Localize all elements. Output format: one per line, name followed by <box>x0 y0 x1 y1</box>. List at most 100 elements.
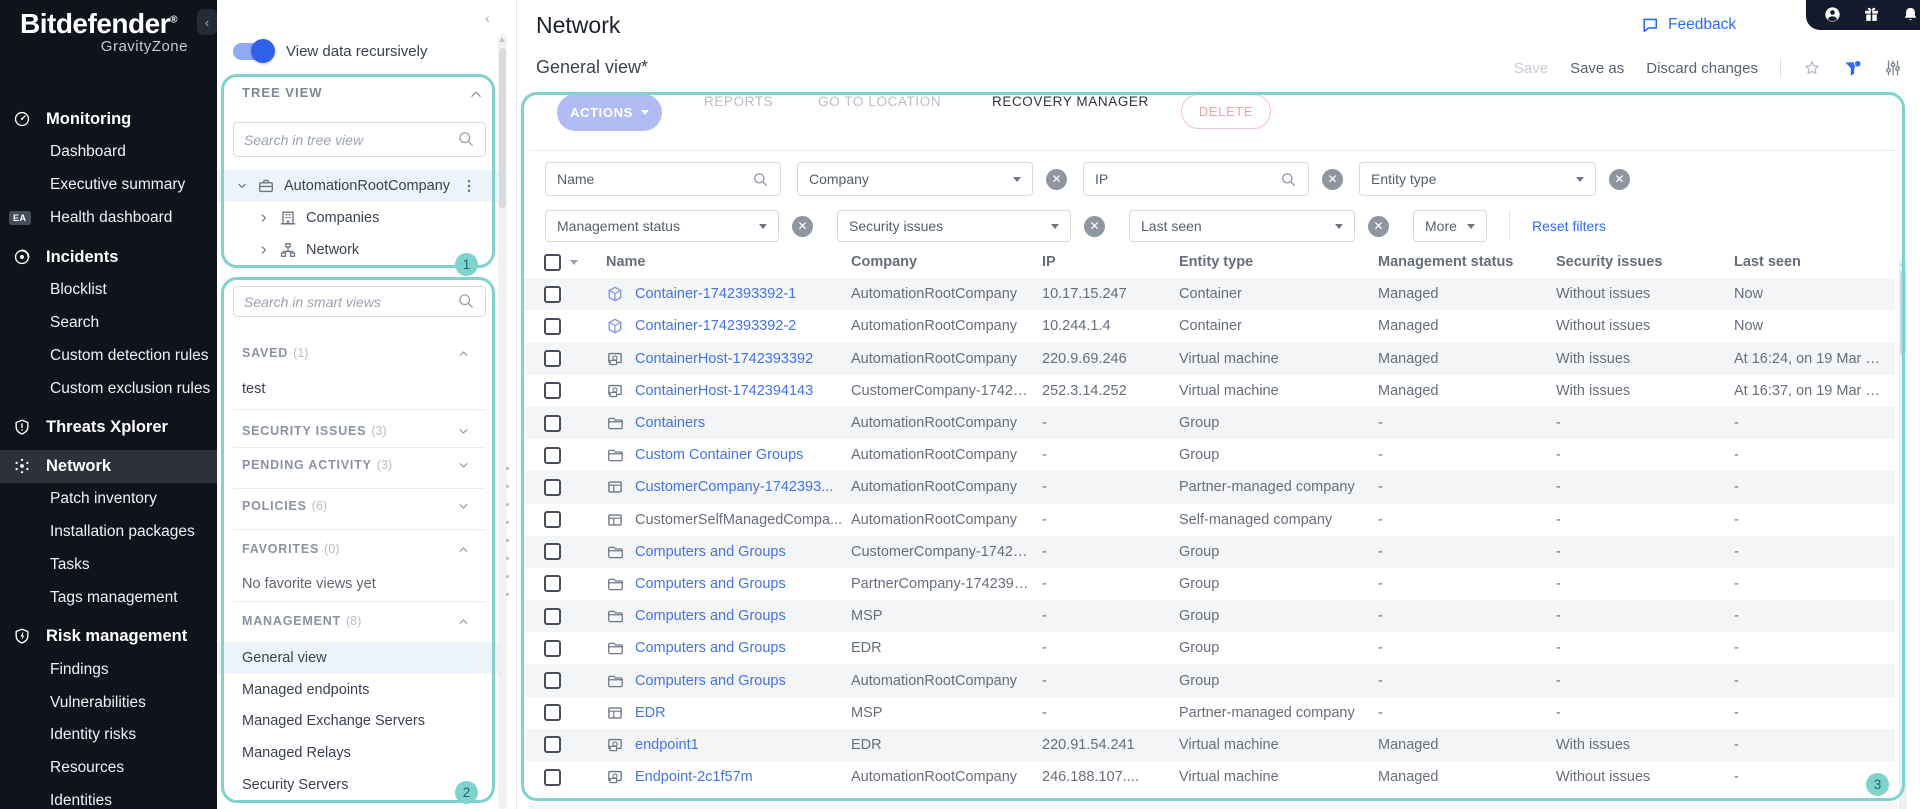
smart-section-favorites[interactable]: FAVORITES (0) <box>217 533 499 565</box>
row-checkbox[interactable] <box>544 317 561 335</box>
scroll-up-arrow[interactable] <box>499 37 505 42</box>
sidebar-item-custom-detection-rules[interactable]: Custom detection rules <box>0 339 217 372</box>
reset-filters-link[interactable]: Reset filters <box>1532 218 1606 234</box>
row-checkbox[interactable] <box>544 704 561 722</box>
entity-name-link[interactable]: ContainerHost-1742393392 <box>635 351 813 367</box>
table-row[interactable]: Containers AutomationRootCompany - Group - - - <box>523 406 1895 440</box>
smart-view-test[interactable]: test <box>217 373 499 405</box>
column-header-security-issues[interactable]: Security issues <box>1556 254 1734 270</box>
panel-resize-handle[interactable] <box>505 458 513 602</box>
tree-node-automationrootcompany[interactable]: AutomationRootCompany <box>217 170 499 202</box>
go-to-location-button[interactable]: GO TO LOCATION <box>818 94 941 109</box>
chevron-up-icon[interactable] <box>456 541 471 556</box>
sidebar-collapse-button[interactable]: ‹ <box>197 9 217 35</box>
sidebar-item-installation-packages[interactable]: Installation packages <box>0 516 217 549</box>
entity-name-link[interactable]: endpoint1 <box>635 737 699 753</box>
filter-last-seen[interactable]: Last seen <box>1129 210 1355 242</box>
row-checkbox[interactable] <box>544 414 561 432</box>
row-checkbox[interactable] <box>544 543 561 561</box>
table-row[interactable]: Computers and Groups CustomerCompany-1742… <box>523 535 1895 568</box>
table-row[interactable]: Computers and Groups AutomationRootCompan… <box>523 664 1895 697</box>
column-header-ip[interactable]: IP <box>1042 254 1179 270</box>
smart-views-search-input[interactable]: Search in smart views <box>233 286 486 317</box>
smart-section-management[interactable]: MANAGEMENT (8) <box>217 605 499 637</box>
filter-entity-type[interactable]: Entity type <box>1359 162 1596 196</box>
scroll-up-arrow[interactable] <box>1900 261 1906 266</box>
clear-filter-icon[interactable]: ✕ <box>1368 215 1389 237</box>
entity-name-link[interactable]: Computers and Groups <box>635 544 786 560</box>
chevron-down-icon[interactable] <box>235 177 249 195</box>
entity-name-link[interactable]: EDR <box>635 705 666 721</box>
table-row[interactable]: ContainerHost-1742393392 AutomationRootCo… <box>523 342 1895 375</box>
chevron-up-icon[interactable] <box>456 345 471 360</box>
row-checkbox[interactable] <box>544 511 561 529</box>
sidebar-item-resources[interactable]: Resources <box>0 752 217 785</box>
column-header-management-status[interactable]: Management status <box>1378 254 1556 270</box>
sidebar-item-identities[interactable]: Identities <box>0 785 217 809</box>
sidebar-item-tasks[interactable]: Tasks <box>0 549 217 582</box>
entity-name-link[interactable]: CustomerCompany-1742393... <box>635 479 833 495</box>
smart-section-pending-activity[interactable]: PENDING ACTIVITY (3) <box>217 449 499 481</box>
smart-section-saved[interactable]: SAVED (1) <box>217 337 499 369</box>
smart-view-no-favorite-views-yet[interactable]: No favorite views yet <box>217 568 499 600</box>
sidebar-item-blocklist[interactable]: Blocklist <box>0 273 217 306</box>
sidebar-item-dashboard[interactable]: Dashboard <box>0 136 217 169</box>
table-row[interactable]: Computers and Groups EDR - Group - - - <box>523 632 1895 664</box>
row-checkbox[interactable] <box>544 639 561 657</box>
entity-name-link[interactable]: Container-1742393392-2 <box>635 318 796 334</box>
panel-scrollbar[interactable] <box>498 34 507 809</box>
smart-view-general-view[interactable]: General view <box>217 642 499 674</box>
table-scrollbar[interactable] <box>1899 258 1907 809</box>
row-checkbox[interactable] <box>544 575 561 593</box>
favorite-star-icon[interactable] <box>1803 59 1821 77</box>
recursive-toggle[interactable] <box>233 39 275 63</box>
clear-filter-icon[interactable]: ✕ <box>1046 168 1067 190</box>
table-row[interactable]: Custom Container Groups AutomationRootCom… <box>523 439 1895 471</box>
chevron-down-icon[interactable] <box>456 423 471 438</box>
chevron-right-icon[interactable] <box>257 241 271 259</box>
row-checkbox[interactable] <box>544 478 561 496</box>
filter-ip[interactable]: IP <box>1083 162 1309 196</box>
filter-security-issues[interactable]: Security issues <box>837 210 1071 242</box>
row-checkbox[interactable] <box>544 350 561 368</box>
column-header-last-seen[interactable]: Last seen <box>1734 254 1895 270</box>
tree-search-input[interactable]: Search in tree view <box>233 122 486 157</box>
sidebar-item-incidents[interactable]: Incidents <box>0 241 217 274</box>
row-checkbox[interactable] <box>544 736 561 754</box>
sidebar-item-risk-management[interactable]: Risk management <box>0 620 217 653</box>
actions-button[interactable]: ACTIONS <box>557 94 662 131</box>
select-all-checkbox[interactable] <box>544 253 561 271</box>
table-row[interactable]: CustomerSelfManagedCompa... AutomationRoo… <box>523 504 1895 536</box>
table-row[interactable]: Container-1742393392-1 AutomationRootComp… <box>523 278 1895 311</box>
entity-name-link[interactable]: Containers <box>635 415 705 431</box>
sidebar-item-search[interactable]: Search <box>0 306 217 339</box>
table-row[interactable]: endpoint1 EDR 220.91.54.241 Virtual machine… <box>523 728 1895 761</box>
row-checkbox[interactable] <box>544 672 561 690</box>
entity-name-link[interactable]: Computers and Groups <box>635 640 786 656</box>
sidebar-item-vulnerabilities[interactable]: Vulnerabilities <box>0 686 217 719</box>
notifications-bell-icon[interactable] <box>1902 6 1919 24</box>
smart-section-security-issues[interactable]: SECURITY ISSUES (3) <box>217 415 499 447</box>
gift-icon[interactable] <box>1863 6 1880 24</box>
panel-collapse-button[interactable]: ‹ <box>485 10 490 26</box>
entity-name-link[interactable]: Custom Container Groups <box>635 447 803 463</box>
sidebar-item-patch-inventory[interactable]: Patch inventory <box>0 483 217 516</box>
chevron-up-icon[interactable] <box>456 613 471 628</box>
row-checkbox[interactable] <box>544 768 561 786</box>
entity-name-link[interactable]: Container-1742393392-1 <box>635 286 796 302</box>
entity-name-link[interactable]: Computers and Groups <box>635 673 786 689</box>
row-checkbox[interactable] <box>544 607 561 625</box>
recovery-manager-button[interactable]: RECOVERY MANAGER <box>992 94 1149 109</box>
chevron-right-icon[interactable] <box>257 209 271 227</box>
table-row[interactable]: ContainerHost-1742394143 CustomerCompany-… <box>523 375 1895 407</box>
reports-button[interactable]: REPORTS <box>704 94 773 109</box>
scroll-thumb[interactable] <box>499 48 506 208</box>
smart-view-managed-exchange-servers[interactable]: Managed Exchange Servers <box>217 705 499 737</box>
table-row[interactable]: Computers and Groups PartnerCompany-17423… <box>523 568 1895 600</box>
sidebar-item-identity-risks[interactable]: Identity risks <box>0 719 217 752</box>
column-settings-icon[interactable] <box>1884 59 1902 77</box>
column-header-name[interactable]: Name <box>606 254 851 270</box>
chevron-down-icon[interactable] <box>456 498 471 513</box>
sidebar-item-tags-management[interactable]: Tags management <box>0 581 217 614</box>
sidebar-item-health-dashboard[interactable]: EA Health dashboard <box>0 202 217 235</box>
